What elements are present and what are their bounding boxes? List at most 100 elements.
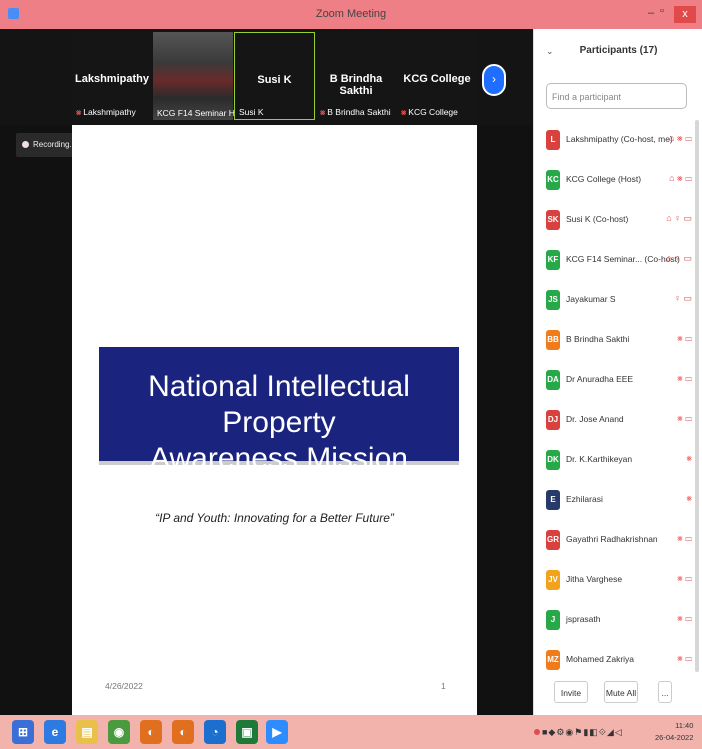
video-tile[interactable]: Susi K Susi K: [234, 32, 315, 120]
participant-row[interactable]: MZ Mohamed Zakriya ⨳ ▭: [534, 640, 694, 680]
participant-avatar: KF: [546, 250, 560, 270]
window-titlebar: Zoom Meeting – ▫ x: [0, 0, 702, 29]
participant-row[interactable]: DJ Dr. Jose Anand ⨳ ▭: [534, 400, 694, 440]
participant-avatar: SK: [546, 210, 560, 230]
participant-status-icons: ⨳ ▭: [677, 533, 692, 543]
participant-row[interactable]: DK Dr. K.Karthikeyan ⨳: [534, 440, 694, 480]
participant-row[interactable]: JS Jayakumar S ♀ ▭: [534, 280, 694, 320]
participant-avatar: E: [546, 490, 560, 510]
participant-status-icons: ⌂ ⨳ ▭: [669, 133, 692, 143]
video-strip: Lakshmipathy ⨳ Lakshmipathy KCG F14 Semin…: [0, 29, 533, 125]
participants-panel: ⌄ Participants (17) Find a participant L…: [533, 29, 702, 715]
participant-avatar: MZ: [546, 650, 560, 670]
video-tile[interactable]: KCG College ⨳ KCG College: [397, 32, 477, 120]
participants-footer: Invite Mute All ...: [534, 677, 702, 715]
tile-caption: ⨳ KCG College: [401, 107, 458, 117]
participant-avatar: J: [546, 610, 560, 630]
participant-row[interactable]: E Ezhilarasi ⨳: [534, 480, 694, 520]
participant-name: Dr Anuradha EEE: [566, 374, 634, 384]
participant-list: L Lakshmipathy (Co-host, me) ⌂ ⨳ ▭ KC KCG Co…: [534, 120, 694, 680]
participant-name: jsprasath: [566, 614, 601, 624]
participant-row[interactable]: JV Jitha Varghese ⨳ ▭: [534, 560, 694, 600]
participant-row[interactable]: GR Gayathri Radhakrishnan ⨳ ▭: [534, 520, 694, 560]
start-windows-icon[interactable]: ⊞: [12, 720, 34, 744]
clock-date: 26-04-2022: [655, 733, 694, 742]
participant-name: Mohamed Zakriya: [566, 654, 635, 664]
notification-dot-icon: [534, 729, 540, 735]
participant-status-icons: ⨳ ▭: [677, 333, 692, 343]
participant-name: KCG F14 Seminar... (Co-host): [566, 254, 680, 264]
close-button[interactable]: x: [674, 6, 696, 23]
participant-name: Gayathri Radhakrishnan: [566, 534, 658, 544]
windows-taskbar: ⊞ e ▤ ◉ ◐ ◐ ◔ ▣ ▶ ■◆⚙◉⚑▮◧⟐◢◁ 11:40 26-04…: [0, 715, 702, 749]
more-options-button[interactable]: ...: [658, 681, 672, 703]
mic-muted-icon: ⨳: [401, 107, 407, 117]
participant-avatar: BB: [546, 330, 560, 350]
tile-name: Susi K: [257, 74, 292, 86]
participant-row[interactable]: Jjsprasath ⨳ ▭: [534, 600, 694, 640]
tile-caption: Susi K: [239, 107, 264, 117]
tile-caption: ⨳ Lakshmipathy: [76, 107, 136, 117]
participant-row[interactable]: L Lakshmipathy (Co-host, me) ⌂ ⨳ ▭: [534, 120, 694, 160]
participant-name: Jayakumar S: [566, 294, 616, 304]
taskbar-clock[interactable]: 11:40 26-04-2022: [655, 720, 693, 744]
participant-row[interactable]: KC KCG College (Host) ⌂ ⨳ ▭: [534, 160, 694, 200]
video-tile[interactable]: B Brindha Sakthi ⨳ B Brindha Sakthi: [316, 32, 396, 120]
tile-name: Lakshmipathy: [75, 73, 149, 85]
mute-all-button[interactable]: Mute All: [604, 681, 638, 703]
slide-title-line1: National Intellectual Property: [148, 370, 410, 439]
participant-row[interactable]: DA Dr Anuradha EEE ⨳ ▭: [534, 360, 694, 400]
firefox-icon[interactable]: ◐: [140, 720, 162, 744]
spreadsheet-icon[interactable]: ▣: [236, 720, 258, 744]
clock-time: 11:40: [675, 721, 694, 730]
firefox-window-icon[interactable]: ◐: [172, 720, 194, 744]
video-tile[interactable]: Lakshmipathy ⨳ Lakshmipathy: [72, 32, 152, 120]
participant-avatar: DA: [546, 370, 560, 390]
internet-explorer-icon[interactable]: e: [44, 720, 66, 744]
mic-muted-icon: ⨳: [76, 107, 82, 117]
tile-caption: ⨳ B Brindha Sakthi: [320, 107, 391, 117]
minimize-button[interactable]: –: [648, 7, 654, 19]
file-explorer-icon[interactable]: ▤: [76, 720, 98, 744]
slide-subtitle: “IP and Youth: Innovating for a Better F…: [155, 511, 394, 525]
zoom-taskbar-icon[interactable]: ▶: [266, 720, 288, 744]
participant-avatar: GR: [546, 530, 560, 550]
recording-icon: [22, 141, 29, 148]
participant-status-icons: ⨳ ▭: [677, 413, 692, 423]
participant-row[interactable]: BB B Brindha Sakthi ⨳ ▭: [534, 320, 694, 360]
participant-status-icons: ⨳ ▭: [677, 613, 692, 623]
chrome-icon[interactable]: ◉: [108, 720, 130, 744]
participant-avatar: JS: [546, 290, 560, 310]
participant-name: Jitha Varghese: [566, 574, 623, 584]
participant-avatar: DJ: [546, 410, 560, 430]
participant-name: Dr. Jose Anand: [566, 414, 624, 424]
slide-page-number: 1: [441, 681, 446, 691]
maximize-button[interactable]: ▫: [660, 5, 664, 17]
participant-name: Ezhilarasi: [566, 494, 603, 504]
participant-avatar: KC: [546, 170, 560, 190]
edge-icon[interactable]: ◔: [204, 720, 226, 744]
participant-status-icons: ⨳ ▭: [677, 573, 692, 583]
participant-status-icons: ♀ ▭: [674, 293, 692, 303]
participant-name: KCG College (Host): [566, 174, 642, 184]
participant-row[interactable]: SK Susi K (Co-host) ⌂ ♀ ▭: [534, 200, 694, 240]
invite-button[interactable]: Invite: [554, 681, 588, 703]
system-tray[interactable]: ■◆⚙◉⚑▮◧⟐◢◁: [534, 727, 623, 738]
participant-row[interactable]: KF KCG F14 Seminar... (Co-host) ⌂ ♀ ▭: [534, 240, 694, 280]
shared-slide: National Intellectual Property Awareness…: [72, 125, 477, 715]
video-tile[interactable]: KCG F14 Seminar Hall: [153, 32, 243, 120]
tile-name: B Brindha Sakthi: [329, 73, 383, 97]
recording-indicator[interactable]: Recording...: [16, 133, 80, 157]
participant-status-icons: ⌂ ⨳ ▭: [669, 173, 692, 183]
participant-avatar: JV: [546, 570, 560, 590]
participant-status-icons: ⨳ ▭: [677, 373, 692, 383]
participant-scrollbar[interactable]: [695, 120, 699, 672]
participant-status-icons: ⨳: [686, 493, 692, 503]
tile-caption: KCG F14 Seminar Hall: [157, 108, 244, 118]
participant-avatar: L: [546, 130, 560, 150]
slide-title-banner: National Intellectual Property Awareness…: [99, 347, 459, 511]
participant-status-icons: ⨳: [686, 453, 692, 463]
participant-search-input[interactable]: Find a participant: [546, 83, 687, 109]
participants-title: Participants (17): [579, 45, 658, 56]
next-page-icon[interactable]: ›: [482, 64, 506, 96]
